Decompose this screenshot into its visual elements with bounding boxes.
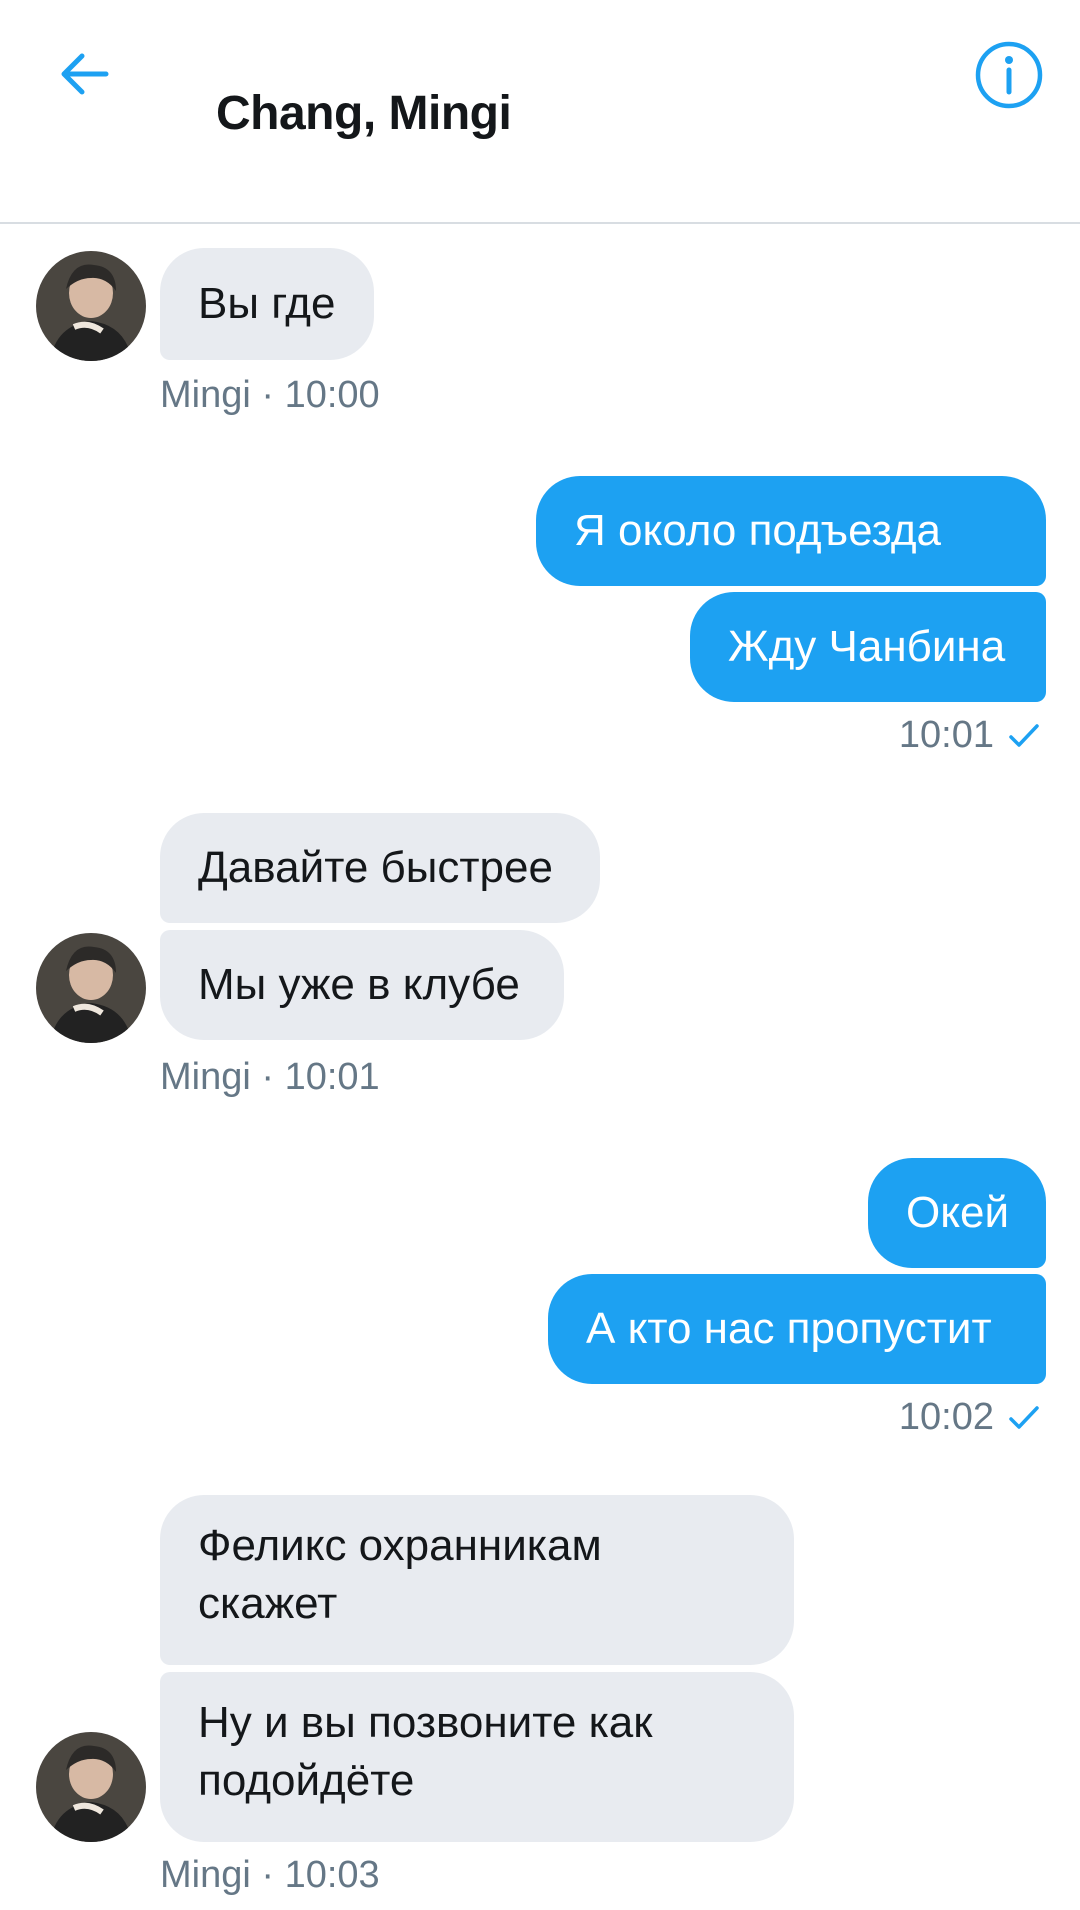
message-text-line: Ну и вы позвоните как — [198, 1698, 653, 1747]
message-text: Мы уже в клубе — [198, 960, 520, 1009]
message-bubble[interactable]: Я около подъезда — [536, 476, 1046, 586]
arrow-left-icon — [61, 53, 109, 95]
message-bubble[interactable]: Вы где — [160, 248, 374, 360]
message-bubble[interactable]: Феликс охранникам скажет — [160, 1495, 794, 1665]
message-list[interactable]: Вы где Mingi · 10:00 Я около подъезда Жд… — [0, 226, 1080, 1910]
message-meta: Mingi · 10:00 — [160, 374, 380, 416]
message-meta: 10:01 — [899, 714, 1040, 757]
avatar-image — [36, 1732, 146, 1842]
message-bubble[interactable]: Жду Чанбина — [690, 592, 1046, 702]
message-text-line: подойдёте — [198, 1756, 415, 1805]
message-time: 10:01 — [898, 714, 994, 756]
message-text: Феликс охранникам скажет — [198, 1517, 602, 1633]
info-button[interactable] — [974, 40, 1044, 110]
message-text-line: скажет — [198, 1579, 338, 1628]
message-time: 10:02 — [898, 1396, 994, 1438]
back-button[interactable] — [52, 42, 116, 106]
message-text-line: Феликс охранникам — [198, 1521, 602, 1570]
conversation-header: Chang, Mingi — [0, 0, 1080, 224]
check-icon — [1009, 723, 1039, 747]
avatar-image — [36, 251, 146, 361]
message-bubble[interactable]: Мы уже в клубе — [160, 930, 564, 1040]
message-bubble[interactable]: Ну и вы позвоните как подойдёте — [160, 1672, 794, 1842]
message-text: Давайте быстрее — [198, 843, 553, 892]
message-meta: Mingi · 10:03 — [160, 1854, 380, 1896]
info-circle-icon — [975, 41, 1043, 109]
check-icon — [1009, 1405, 1039, 1429]
message-meta: Mingi · 10:01 — [160, 1056, 380, 1098]
message-text: Окей — [906, 1188, 1010, 1237]
message-bubble[interactable]: А кто нас пропустит — [548, 1274, 1046, 1384]
message-bubble[interactable]: Давайте быстрее — [160, 813, 600, 923]
avatar[interactable] — [36, 1732, 146, 1842]
message-text: Ну и вы позвоните как подойдёте — [198, 1694, 653, 1810]
message-bubble[interactable]: Окей — [868, 1158, 1046, 1268]
avatar[interactable] — [36, 933, 146, 1043]
message-text: Вы где — [198, 279, 336, 328]
message-text: Жду Чанбина — [728, 622, 1006, 671]
message-meta: 10:02 — [899, 1396, 1040, 1439]
message-text: Я около подъезда — [574, 506, 941, 555]
avatar[interactable] — [36, 251, 146, 361]
conversation-title: Chang, Mingi — [216, 87, 512, 140]
avatar-image — [36, 933, 146, 1043]
message-text: А кто нас пропустит — [586, 1304, 992, 1353]
